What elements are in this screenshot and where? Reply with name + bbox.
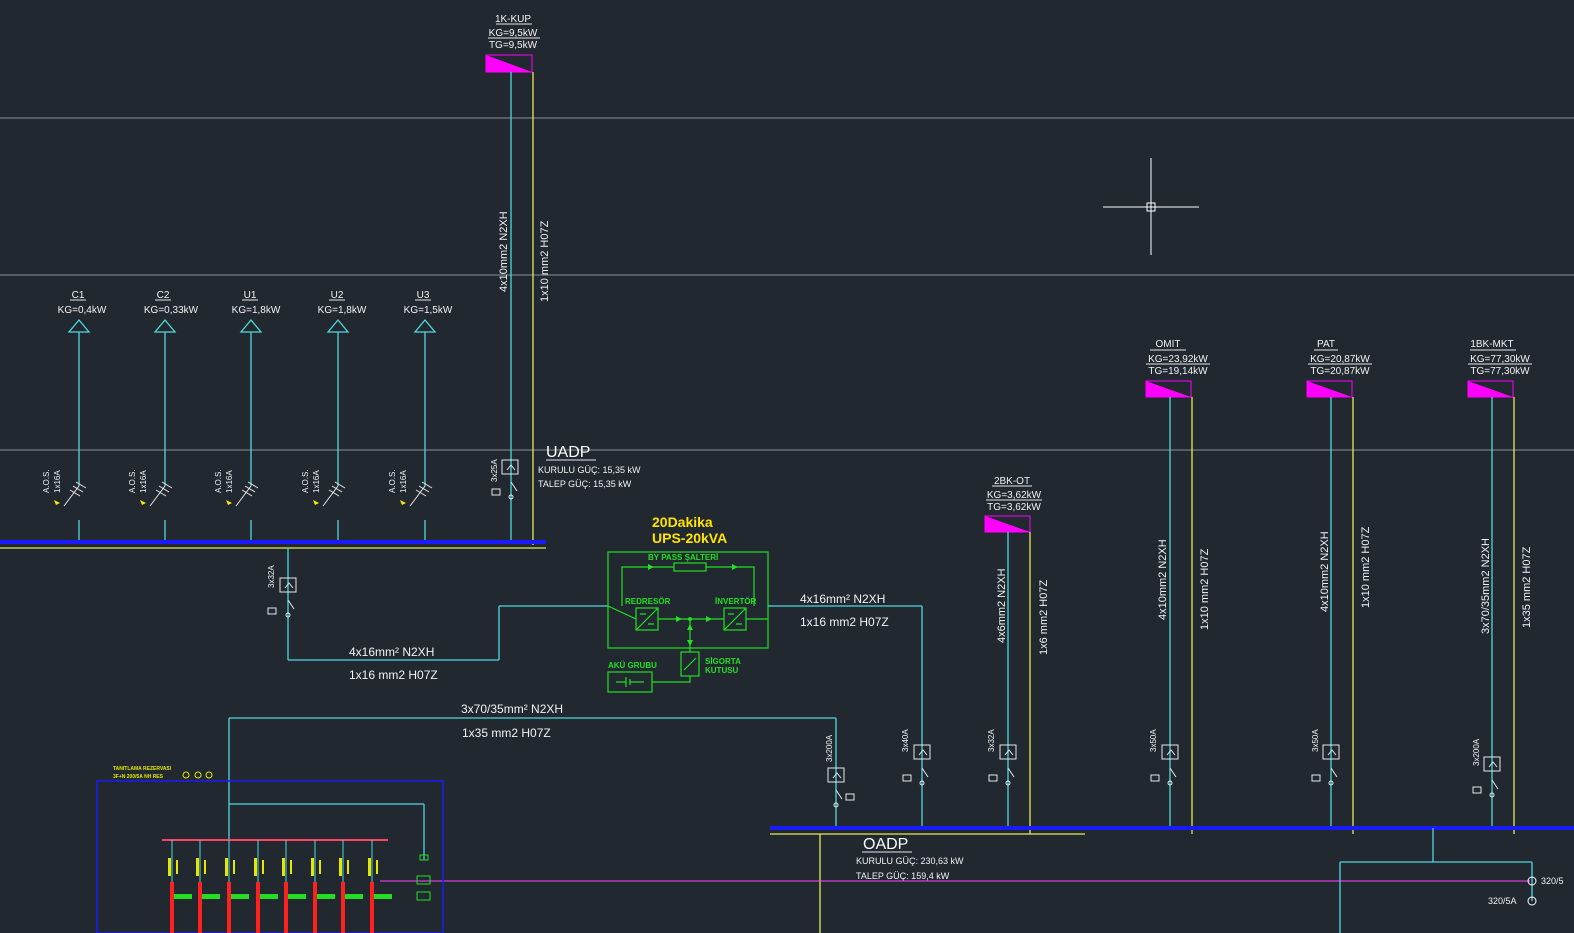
ups-block[interactable]: 20Dakika UPS-20kVA BY PASS ŞALTERİ REDRE… — [607, 514, 769, 693]
ups-inverter-label: İNVERTÖR — [715, 597, 757, 606]
panel-pat-breaker: 3x50A — [1311, 729, 1320, 752]
panel-2bk-cable1: 4x6mm2 N2XH — [996, 568, 1008, 643]
feeder-u1-type: A.O.S. — [214, 469, 223, 493]
ups-out-cable2: 1x16 mm2 H07Z — [800, 615, 889, 629]
feeder-u2-name: U2 — [331, 290, 344, 301]
panel-pat-cable1: 4x10mm2 N2XH — [1319, 531, 1331, 612]
ups-fuse-label1: SİGORTA — [705, 657, 741, 666]
feeder-u1[interactable]: U1 KG=1,8kW A.O.S. 1x16A — [214, 290, 281, 540]
feeder-u3-kg: KG=1,5kW — [404, 305, 453, 316]
panel-omit[interactable]: OMIT KG=23,92kW TG=19,14kW 4x10mm2 N2XH … — [1145, 339, 1211, 834]
feeder-u2-type: A.O.S. — [301, 469, 310, 493]
lower-panel-label2: 3F+N 200/5A NH RES — [113, 774, 164, 780]
panel-omit-cable1: 4x10mm2 N2XH — [1157, 539, 1169, 620]
uadp-out-breaker: 3x32A — [267, 565, 276, 588]
uadp-busbar[interactable]: UADP KURULU GÜÇ: 15,35 kW TALEP GÜÇ: 15,… — [0, 444, 641, 549]
panel-pat-name: PAT — [1317, 339, 1335, 350]
ups-battery-label: AKÜ GRUBU — [608, 661, 657, 670]
uadp-installed: KURULU GÜÇ: 15,35 kW — [538, 465, 641, 475]
panel-2bk-name: 2BK-OT — [994, 476, 1030, 487]
construction-lines — [0, 117, 1574, 451]
panel-2bk-tg: TG=3,62kW — [987, 502, 1041, 513]
ups-title-model: UPS-20kVA — [652, 530, 727, 546]
uadp-title: UADP — [546, 444, 590, 461]
feeder-c2[interactable]: C2 KG=0,33kW A.O.S. 1x16A — [128, 290, 199, 540]
uadp-out-cable1: 4x16mm² N2XH — [349, 645, 434, 659]
main-feed-breaker: 3x200A — [825, 734, 834, 762]
main-feed-cable2: 1x35 mm2 H07Z — [462, 726, 551, 740]
panel-1k-breaker: 3x25A — [490, 459, 499, 482]
panel-pat-kg: KG=20,87kW — [1310, 354, 1370, 365]
panel-1bk-cable2: 1x35 mm2 H07Z — [1521, 546, 1533, 628]
ct-label-1: 320/5 — [1541, 876, 1564, 886]
measurement-line: 320/5 320/5A — [380, 876, 1564, 906]
feeder-c1-name: C1 — [72, 290, 85, 301]
panel-1k-tg: TG=9,5kW — [489, 40, 538, 51]
uadp-out-cable2: 1x16 mm2 H07Z — [349, 668, 438, 682]
cad-drawing-canvas[interactable]: 1K-KUP KG=9,5kW TG=9,5kW 4x10mm2 N2XH 1x… — [0, 0, 1574, 933]
feeder-u1-name: U1 — [244, 290, 257, 301]
main-feed-cable1: 3x70/35mm² N2XH — [461, 702, 563, 716]
crosshair-cursor — [1103, 158, 1199, 255]
oadp-installed: KURULU GÜÇ: 230,63 kW — [856, 856, 964, 866]
panel-2bk-cable2: 1x6 mm2 H07Z — [1038, 580, 1050, 655]
panel-pat[interactable]: PAT KG=20,87kW TG=20,87kW 4x10mm2 N2XH 1… — [1306, 339, 1372, 834]
feeder-u1-kg: KG=1,8kW — [232, 305, 281, 316]
ups-output-feed[interactable]: 4x16mm² N2XH 1x16 mm2 H07Z 3x40A — [768, 592, 931, 828]
ups-out-breaker: 3x40A — [901, 729, 910, 752]
panel-omit-name: OMIT — [1156, 339, 1181, 350]
feeders-top: C1 KG=0,4kW A.O.S. 1x16A C2 KG=0,33kW A.… — [42, 290, 453, 540]
feeder-u3-type: A.O.S. — [388, 469, 397, 493]
panel-1k-cable1: 4x10mm2 N2XH — [498, 211, 510, 292]
feeder-c1[interactable]: C1 KG=0,4kW A.O.S. 1x16A — [42, 290, 107, 540]
panel-2bk-breaker: 3x32A — [987, 729, 996, 752]
panel-1bk-breaker: 3x200A — [1472, 738, 1481, 766]
panel-omit-tg: TG=19,14kW — [1148, 366, 1208, 377]
feeder-u2-rating: 1x16A — [312, 470, 321, 493]
ups-fuse-label2: KUTUSU — [705, 666, 739, 675]
panel-pat-tg: TG=20,87kW — [1310, 366, 1370, 377]
panel-1bk-kg: KG=77,30kW — [1470, 354, 1530, 365]
feeder-c1-type: A.O.S. — [42, 469, 51, 493]
feeder-u2[interactable]: U2 KG=1,8kW A.O.S. 1x16A — [301, 290, 367, 540]
panel-1bk-cable1: 3x70/35mm2 N2XH — [1480, 538, 1492, 634]
lower-panel-label1: TANITLAMA REZERVASI — [113, 766, 172, 772]
lower-distribution-panel[interactable]: TANITLAMA REZERVASI 3F+N 200/5A NH RES — [96, 766, 444, 933]
ct-label-2: 320/5A — [1488, 896, 1517, 906]
feeder-c1-rating: 1x16A — [53, 470, 62, 493]
feeder-u3[interactable]: U3 KG=1,5kW A.O.S. 1x16A — [388, 290, 453, 540]
panel-2bk-ot[interactable]: 2BK-OT KG=3,62kW TG=3,62kW 4x6mm2 N2XH 1… — [984, 476, 1050, 834]
panel-omit-cable2: 1x10 mm2 H07Z — [1199, 548, 1211, 630]
feeder-c2-rating: 1x16A — [139, 470, 148, 493]
main-feed[interactable]: 3x70/35mm² N2XH 1x35 mm2 H07Z 3x200A — [228, 702, 855, 840]
feeder-c2-name: C2 — [157, 290, 170, 301]
oadp-title: OADP — [863, 836, 908, 853]
ups-bypass-label: BY PASS ŞALTERİ — [648, 553, 718, 562]
oadp-demand: TALEP GÜÇ: 159,4 kW — [856, 871, 950, 881]
panel-1bk-mkt[interactable]: 1BK-MKT KG=77,30kW TG=77,30kW 3x70/35mm2… — [1467, 339, 1533, 834]
feeder-u3-name: U3 — [417, 290, 430, 301]
panel-1k-kg: KG=9,5kW — [489, 28, 538, 39]
feeder-c2-kg: KG=0,33kW — [144, 305, 199, 316]
lower-panel-breaker-row — [168, 840, 392, 933]
panel-1bk-name: 1BK-MKT — [1470, 339, 1513, 350]
ups-rectifier-label: REDRESÖR — [625, 597, 671, 606]
panel-omit-kg: KG=23,92kW — [1148, 354, 1208, 365]
panel-pat-cable2: 1x10 mm2 H07Z — [1360, 526, 1372, 608]
panel-2bk-kg: KG=3,62kW — [987, 490, 1042, 501]
feeder-u2-kg: KG=1,8kW — [318, 305, 367, 316]
uadp-demand: TALEP GÜÇ: 15,35 kW — [538, 479, 632, 489]
panel-1bk-tg: TG=77,30kW — [1470, 366, 1530, 377]
uadp-to-ups-feed[interactable]: 3x32A 4x16mm² N2XH 1x16 mm2 H07Z — [267, 548, 608, 682]
feeder-u3-rating: 1x16A — [399, 470, 408, 493]
feeder-c1-kg: KG=0,4kW — [58, 305, 107, 316]
panel-1k-cable2: 1x10 mm2 H07Z — [539, 220, 551, 302]
ups-out-cable1: 4x16mm² N2XH — [800, 592, 885, 606]
panel-1k-name: 1K-KUP — [495, 14, 531, 25]
panel-omit-breaker: 3x50A — [1149, 729, 1158, 752]
ups-title-duration: 20Dakika — [652, 514, 713, 530]
feeder-c2-type: A.O.S. — [128, 469, 137, 493]
feeder-u1-rating: 1x16A — [225, 470, 234, 493]
